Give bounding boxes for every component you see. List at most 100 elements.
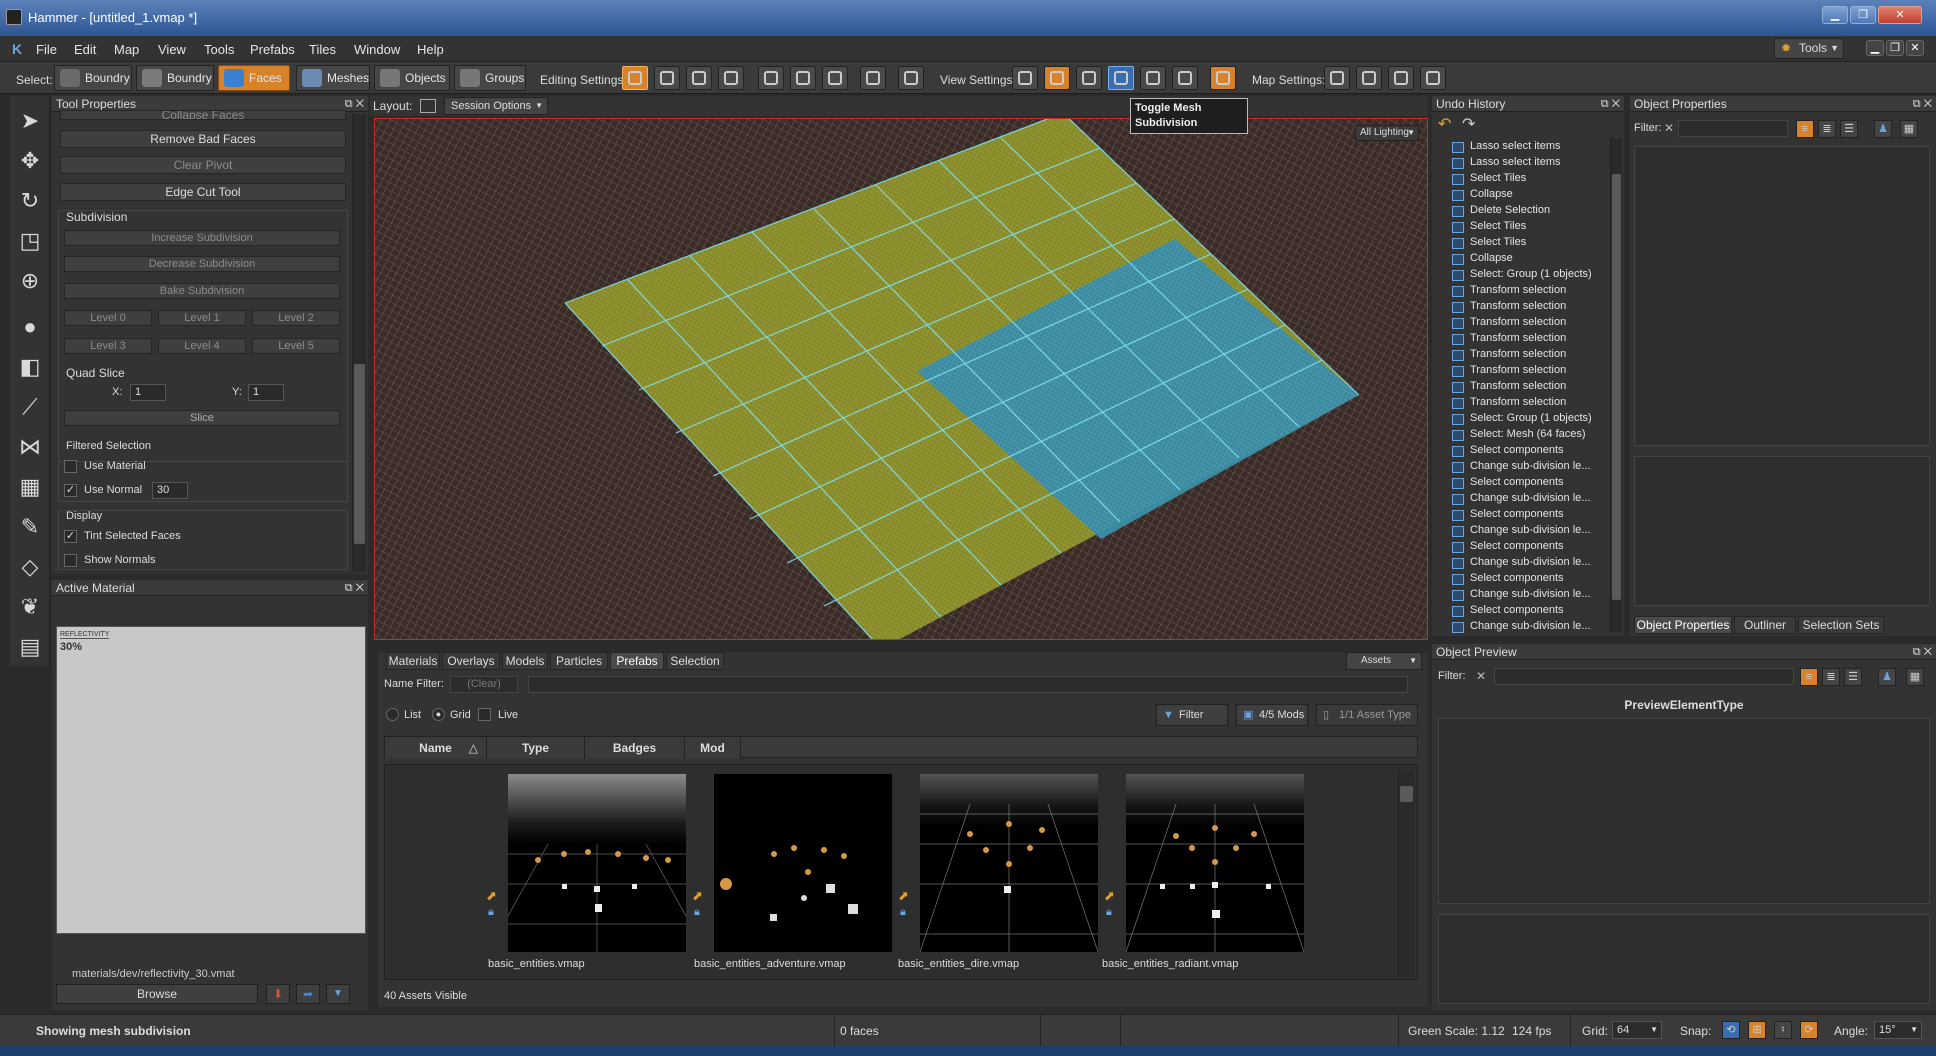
material-pick-icon[interactable]: ⬇ [266, 984, 290, 1004]
asset-thumbnail[interactable] [920, 774, 1098, 952]
select-mode-groups[interactable]: Groups [454, 65, 526, 91]
undo-scrollbar[interactable] [1610, 138, 1622, 632]
undo-entry[interactable]: Select components [1470, 476, 1564, 488]
clear-filter-button[interactable]: (Clear) [450, 676, 518, 693]
map-brush-icon[interactable] [1388, 66, 1414, 90]
assets-dropdown[interactable]: Assets ▼ [1346, 652, 1422, 670]
mdi-restore-icon[interactable]: ❐ [1886, 40, 1904, 56]
scale-tool-icon[interactable]: ◳ [15, 226, 45, 256]
undo-entry[interactable]: Transform selection [1470, 284, 1566, 296]
use-material-checkbox[interactable] [64, 460, 77, 473]
globe-icon[interactable] [1076, 66, 1102, 90]
tab-models[interactable]: Models [502, 652, 548, 670]
pivot-tool-icon[interactable]: ⊕ [15, 266, 45, 296]
gamepad-icon[interactable] [898, 66, 924, 90]
snap-angle-icon[interactable]: ⟳ [1800, 1021, 1818, 1039]
tab-selection-sets[interactable]: Selection Sets [1798, 616, 1884, 634]
undo-entry[interactable]: Collapse [1470, 188, 1513, 200]
undo-entry[interactable]: Delete Selection [1470, 204, 1550, 216]
undo-entry[interactable]: Select components [1470, 604, 1564, 616]
menu-tiles[interactable]: Tiles [309, 42, 336, 57]
menu-tools[interactable]: Tools [204, 42, 234, 57]
grid-icon[interactable] [1172, 66, 1198, 90]
show-normals-checkbox[interactable] [64, 554, 77, 567]
column-mod[interactable]: Mod [685, 737, 741, 759]
clear-filter-icon[interactable]: ✕ [1476, 669, 1486, 683]
camera-icon[interactable] [860, 66, 886, 90]
snap-grid-icon[interactable]: ⟲ [1722, 1021, 1740, 1039]
clip-tool-icon[interactable]: ⟋ [15, 392, 45, 422]
runner-icon[interactable] [1140, 66, 1166, 90]
live-checkbox[interactable] [478, 708, 491, 721]
asset-type-button[interactable]: ▯ 1/1 Asset Type [1316, 704, 1418, 726]
undo-entry[interactable]: Select Tiles [1470, 236, 1526, 248]
level-2-button[interactable]: Level 2 [252, 310, 340, 326]
tab-selection[interactable]: Selection [666, 652, 724, 670]
undo-icon[interactable]: ↶ [1438, 114, 1451, 134]
undo-entry[interactable]: Change sub-division le... [1470, 460, 1590, 472]
maximize-icon[interactable]: ❐ [1850, 6, 1876, 24]
tool-properties-scrollbar[interactable] [352, 114, 366, 572]
tab-object-properties[interactable]: Object Properties [1634, 616, 1732, 634]
undo-entry[interactable]: Change sub-division le... [1470, 620, 1590, 632]
select-mode-boundry-1[interactable]: Boundry [54, 65, 132, 91]
block-tool-icon[interactable]: ◧ [15, 352, 45, 382]
grid-view-radio[interactable]: ● [432, 708, 445, 721]
undo-entry[interactable]: Change sub-division le... [1470, 524, 1590, 536]
clear-pivot-button[interactable]: Clear Pivot [60, 156, 346, 174]
tools-dropdown[interactable]: ✹ Tools ▼ [1774, 38, 1844, 59]
pivot-icon[interactable] [622, 66, 648, 90]
map-path-icon[interactable] [1420, 66, 1446, 90]
column-type[interactable]: Type [487, 737, 585, 759]
toggle-mesh-subdivision-icon[interactable] [1108, 66, 1134, 90]
level-4-button[interactable]: Level 4 [158, 338, 246, 354]
list-view-radio[interactable] [386, 708, 399, 721]
increase-subdivision-button[interactable]: Increase Subdivision [64, 230, 340, 246]
select-mode-boundry-2[interactable]: Boundry [136, 65, 214, 91]
undo-entry[interactable]: Select components [1470, 508, 1564, 520]
paint-tool-icon[interactable]: ✎ [15, 512, 45, 542]
column-name[interactable]: Name △ [385, 737, 487, 759]
menu-help[interactable]: Help [417, 42, 444, 57]
rotate-icon[interactable]: ↻ [15, 186, 45, 216]
cube-remove-icon[interactable] [822, 66, 848, 90]
panel-float-close-icon[interactable]: ⧉ ✕ [1913, 96, 1932, 112]
tree-view-icon[interactable]: ≣ [1818, 120, 1836, 138]
undo-entry[interactable]: Lasso select items [1470, 140, 1560, 152]
menu-window[interactable]: Window [354, 42, 400, 57]
mdi-minimize-icon[interactable]: ▁ [1866, 40, 1884, 56]
cube-select-icon[interactable] [758, 66, 784, 90]
undo-entry[interactable]: Change sub-division le... [1470, 492, 1590, 504]
material-apply-icon[interactable]: ➦ [296, 984, 320, 1004]
undo-entry[interactable]: Transform selection [1470, 380, 1566, 392]
browse-button[interactable]: Browse [56, 984, 258, 1004]
undo-entry[interactable]: Lasso select items [1470, 156, 1560, 168]
tab-prefabs[interactable]: Prefabs [610, 652, 664, 670]
menu-file[interactable]: File [36, 42, 57, 57]
edge-cut-tool-button[interactable]: Edge Cut Tool [60, 183, 346, 201]
select-arrow-icon[interactable]: ➤ [15, 106, 45, 136]
panel-float-close-icon[interactable]: ⧉ ✕ [345, 580, 364, 596]
snap-vertex-icon[interactable]: ⊞ [1748, 1021, 1766, 1039]
detail-view-icon[interactable]: ☰ [1840, 120, 1858, 138]
bake-subdivision-button[interactable]: Bake Subdivision [64, 283, 340, 299]
undo-entry[interactable]: Change sub-division le... [1470, 588, 1590, 600]
asset-thumbnail[interactable] [1126, 774, 1304, 952]
lightbulb-icon[interactable] [1012, 66, 1038, 90]
normal-angle-input[interactable]: 30 [152, 482, 188, 499]
material-menu-icon[interactable]: ▼ [326, 984, 350, 1004]
tab-materials[interactable]: Materials [386, 652, 440, 670]
layout-icon[interactable] [420, 99, 436, 113]
slice-button[interactable]: Slice [64, 410, 340, 426]
settings-view-icon[interactable]: ▦ [1900, 120, 1918, 138]
undo-entry[interactable]: Select: Group (1 objects) [1470, 268, 1592, 280]
vertex-tool-icon[interactable]: ⋈ [15, 432, 45, 462]
snap-edge-icon[interactable]: ♮ [1774, 1021, 1792, 1039]
undo-entry[interactable]: Select Tiles [1470, 172, 1526, 184]
remove-bad-faces-button[interactable]: Remove Bad Faces [60, 130, 346, 148]
menu-prefabs[interactable]: Prefabs [250, 42, 295, 57]
user-filter-icon[interactable]: ♟ [1878, 668, 1896, 686]
light-tool-icon[interactable]: ● [15, 312, 45, 342]
terrain-icon[interactable] [1044, 66, 1070, 90]
undo-entry[interactable]: Transform selection [1470, 348, 1566, 360]
